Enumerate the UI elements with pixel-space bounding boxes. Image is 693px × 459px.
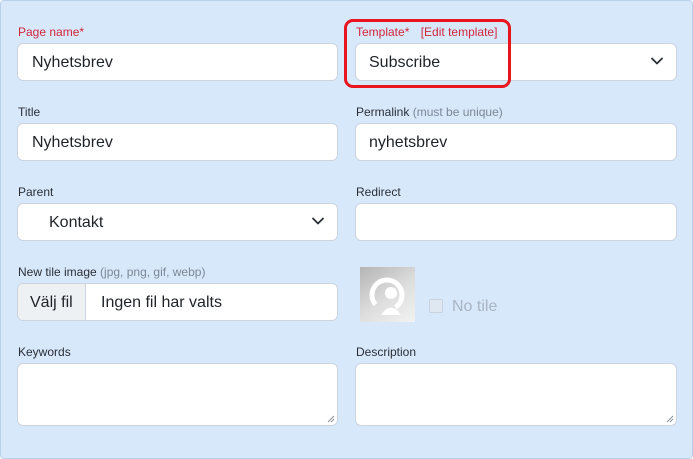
page-settings-form: Page name* Nyhetsbrev Template* [Edit te… [0,0,693,459]
file-status: Ingen fil har valts [101,294,222,311]
page-name-label: Page name* [18,25,85,39]
tile-image-label: New tile image (jpg, png, gif, webp) [18,265,205,279]
tile-preview-image [360,267,415,322]
tile-image-label-text: New tile image [18,265,97,279]
page-name-input[interactable]: Nyhetsbrev [17,43,338,81]
template-highlight-box [344,19,511,88]
chevron-down-icon [651,57,663,65]
resize-handle-icon[interactable] [327,415,335,423]
permalink-value: nyhetsbrev [369,134,448,151]
page-name-value: Nyhetsbrev [32,54,113,71]
chevron-down-icon [312,217,324,225]
redirect-input[interactable] [355,203,677,241]
keywords-label: Keywords [18,345,71,359]
no-tile-label: No tile [452,298,498,315]
description-textarea[interactable] [355,363,677,426]
title-input[interactable]: Nyhetsbrev [17,123,338,161]
redirect-label: Redirect [356,185,401,199]
placeholder-person-icon [369,277,405,315]
tile-image-file-input[interactable]: Välj fil Ingen fil har valts [17,283,338,321]
parent-select[interactable]: Kontakt [17,203,338,241]
title-label: Title [18,105,41,119]
permalink-label-text: Permalink [356,105,410,119]
parent-label: Parent [18,185,54,199]
keywords-textarea[interactable] [17,363,338,426]
permalink-hint: (must be unique) [412,105,503,119]
permalink-label: Permalink (must be unique) [356,105,503,119]
choose-file-label: Välj fil [30,294,73,311]
no-tile-checkbox[interactable] [429,299,443,313]
description-label: Description [356,345,417,359]
tile-image-hint: (jpg, png, gif, webp) [100,265,206,279]
title-value: Nyhetsbrev [32,134,113,151]
parent-value: Kontakt [49,214,104,231]
resize-handle-icon[interactable] [666,415,674,423]
choose-file-button[interactable]: Välj fil [18,284,86,320]
permalink-input[interactable]: nyhetsbrev [355,123,677,161]
